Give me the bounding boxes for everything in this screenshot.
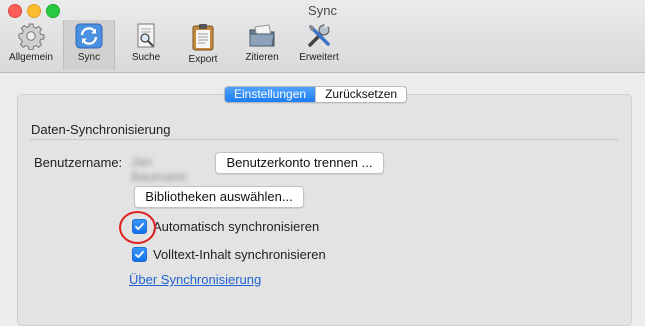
- auto-sync-option[interactable]: Automatisch synchronisieren: [132, 218, 319, 234]
- tab-settings[interactable]: Einstellungen: [225, 87, 316, 102]
- toolbar-item-export[interactable]: Export: [178, 20, 228, 70]
- fulltext-sync-option[interactable]: Volltext-Inhalt synchronisieren: [132, 246, 326, 262]
- toolbar-item-label: Sync: [77, 52, 101, 63]
- fulltext-sync-label: Volltext-Inhalt synchronisieren: [153, 246, 326, 262]
- toolbar-item-label: Allgemein: [9, 52, 53, 63]
- toolbar-item-label: Zitieren: [245, 52, 279, 63]
- about-sync-link[interactable]: Über Synchronisierung: [129, 272, 261, 287]
- toolbar-item-label: Erweitert: [299, 52, 339, 63]
- window-titlebar: Sync Allgemein Sync Suche Export Zitiere…: [0, 0, 645, 73]
- toolbar-item-search[interactable]: Suche: [121, 20, 171, 70]
- sync-icon: [75, 23, 103, 49]
- tab-reset[interactable]: Zurücksetzen: [315, 87, 406, 102]
- username-value: Jan Baumann: [131, 154, 187, 184]
- toolbar-item-label: Export: [188, 54, 218, 65]
- auto-sync-label: Automatisch synchronisieren: [153, 218, 320, 234]
- clipboard-icon: [192, 24, 214, 51]
- gear-icon: [18, 23, 45, 50]
- search-icon: [137, 23, 155, 48]
- checkmark-icon: [135, 250, 144, 258]
- tab-control: Einstellungen Zurücksetzen: [224, 86, 408, 103]
- highlight-circle: [119, 211, 156, 244]
- tools-icon: [308, 22, 330, 47]
- folder-icon: [249, 24, 275, 47]
- toolbar-item-cite[interactable]: Zitieren: [235, 20, 289, 70]
- username-label: Benutzername:: [34, 155, 123, 170]
- window-title: Sync: [308, 3, 337, 18]
- section-divider: [30, 139, 618, 140]
- section-title: Daten-Synchronisierung: [31, 122, 171, 137]
- fulltext-sync-checkbox[interactable]: [132, 246, 147, 262]
- toolbar-item-advanced[interactable]: Erweitert: [292, 20, 346, 70]
- toolbar-item-sync[interactable]: Sync: [63, 20, 115, 70]
- choose-libraries-button[interactable]: Bibliotheken auswählen...: [134, 186, 304, 208]
- toolbar-item-label: Suche: [131, 52, 161, 63]
- toolbar-item-general[interactable]: Allgemein: [6, 20, 56, 70]
- unlink-account-button[interactable]: Benutzerkonto trennen ...: [215, 152, 384, 174]
